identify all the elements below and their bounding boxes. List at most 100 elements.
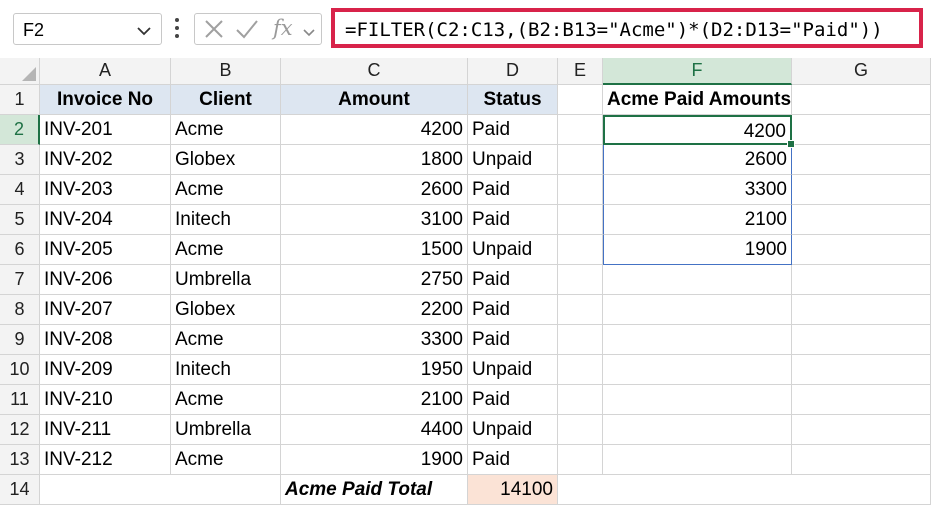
client-cell[interactable]: Initech: [171, 355, 281, 385]
filter-result-cell[interactable]: 2600: [603, 145, 792, 175]
fill-handle[interactable]: [787, 140, 795, 148]
close-icon[interactable]: [203, 18, 225, 45]
empty-cell[interactable]: [603, 385, 792, 415]
empty-cell[interactable]: [558, 235, 603, 265]
client-cell[interactable]: Acme: [171, 115, 281, 145]
invoice-cell[interactable]: INV-201: [40, 115, 171, 145]
amount-cell[interactable]: 4200: [281, 115, 468, 145]
empty-cell[interactable]: [558, 415, 603, 445]
status-cell[interactable]: Paid: [468, 175, 558, 205]
invoice-cell[interactable]: INV-205: [40, 235, 171, 265]
amount-cell[interactable]: 1950: [281, 355, 468, 385]
header-client[interactable]: Client: [171, 85, 281, 115]
amount-cell[interactable]: 2100: [281, 385, 468, 415]
empty-cell[interactable]: [792, 445, 931, 475]
client-cell[interactable]: Globex: [171, 295, 281, 325]
chevron-down-icon[interactable]: [137, 23, 151, 41]
empty-cell[interactable]: [603, 445, 792, 475]
row-header-3[interactable]: 3: [0, 145, 40, 175]
column-header-b[interactable]: B: [171, 58, 281, 85]
row-header-7[interactable]: 7: [0, 265, 40, 295]
column-header-g[interactable]: G: [792, 58, 931, 85]
client-cell[interactable]: Acme: [171, 325, 281, 355]
select-all-corner[interactable]: [0, 58, 40, 85]
row-header-1[interactable]: 1: [0, 85, 40, 115]
client-cell[interactable]: Acme: [171, 385, 281, 415]
insert-function-icon[interactable]: fx: [273, 16, 293, 40]
empty-cell[interactable]: [603, 355, 792, 385]
amount-cell[interactable]: 2750: [281, 265, 468, 295]
invoice-cell[interactable]: INV-210: [40, 385, 171, 415]
empty-cell[interactable]: [558, 175, 603, 205]
invoice-cell[interactable]: INV-211: [40, 415, 171, 445]
status-cell[interactable]: Paid: [468, 385, 558, 415]
empty-cell[interactable]: [40, 475, 281, 505]
row-header-4[interactable]: 4: [0, 175, 40, 205]
empty-cell[interactable]: [558, 145, 603, 175]
row-header-5[interactable]: 5: [0, 205, 40, 235]
amount-cell[interactable]: 1500: [281, 235, 468, 265]
row-header-8[interactable]: 8: [0, 295, 40, 325]
invoice-cell[interactable]: INV-204: [40, 205, 171, 235]
total-label[interactable]: Acme Paid Total: [281, 475, 468, 505]
status-cell[interactable]: Unpaid: [468, 355, 558, 385]
name-box[interactable]: F2: [13, 13, 162, 45]
status-cell[interactable]: Paid: [468, 115, 558, 145]
empty-cell[interactable]: [792, 415, 931, 445]
client-cell[interactable]: Initech: [171, 205, 281, 235]
empty-cell[interactable]: [558, 295, 603, 325]
status-cell[interactable]: Paid: [468, 325, 558, 355]
column-header-e[interactable]: E: [558, 58, 603, 85]
invoice-cell[interactable]: INV-206: [40, 265, 171, 295]
filter-result-cell[interactable]: 2100: [603, 205, 792, 235]
empty-cell[interactable]: [792, 145, 931, 175]
active-cell-f2[interactable]: 4200: [603, 115, 792, 145]
row-header-12[interactable]: 12: [0, 415, 40, 445]
invoice-cell[interactable]: INV-203: [40, 175, 171, 205]
empty-cell[interactable]: [558, 265, 603, 295]
header-invoice[interactable]: Invoice No: [40, 85, 171, 115]
filter-result-header[interactable]: Acme Paid Amounts: [603, 85, 792, 115]
empty-cell[interactable]: [558, 385, 603, 415]
invoice-cell[interactable]: INV-209: [40, 355, 171, 385]
amount-cell[interactable]: 1900: [281, 445, 468, 475]
amount-cell[interactable]: 2200: [281, 295, 468, 325]
header-amount[interactable]: Amount: [281, 85, 468, 115]
row-header-14[interactable]: 14: [0, 475, 40, 505]
status-cell[interactable]: Unpaid: [468, 145, 558, 175]
client-cell[interactable]: Acme: [171, 235, 281, 265]
empty-cell[interactable]: [792, 385, 931, 415]
client-cell[interactable]: Acme: [171, 175, 281, 205]
amount-cell[interactable]: 1800: [281, 145, 468, 175]
amount-cell[interactable]: 3100: [281, 205, 468, 235]
empty-cell[interactable]: [792, 295, 931, 325]
formula-input[interactable]: =FILTER(C2:C13,(B2:B13="Acme")*(D2:D13="…: [331, 8, 923, 48]
column-header-f[interactable]: F: [603, 58, 792, 85]
filter-result-cell[interactable]: 1900: [603, 235, 792, 265]
status-cell[interactable]: Paid: [468, 205, 558, 235]
client-cell[interactable]: Acme: [171, 445, 281, 475]
filter-result-cell[interactable]: 3300: [603, 175, 792, 205]
row-header-11[interactable]: 11: [0, 385, 40, 415]
column-header-d[interactable]: D: [468, 58, 558, 85]
status-cell[interactable]: Unpaid: [468, 415, 558, 445]
header-status[interactable]: Status: [468, 85, 558, 115]
column-header-c[interactable]: C: [281, 58, 468, 85]
row-header-13[interactable]: 13: [0, 445, 40, 475]
invoice-cell[interactable]: INV-208: [40, 325, 171, 355]
empty-cell[interactable]: [558, 115, 603, 145]
invoice-cell[interactable]: INV-207: [40, 295, 171, 325]
status-cell[interactable]: Unpaid: [468, 235, 558, 265]
column-header-a[interactable]: A: [40, 58, 171, 85]
empty-cell[interactable]: [792, 175, 931, 205]
row-header-10[interactable]: 10: [0, 355, 40, 385]
row-header-6[interactable]: 6: [0, 235, 40, 265]
chevron-down-icon[interactable]: [303, 24, 315, 42]
empty-cell[interactable]: [603, 295, 792, 325]
amount-cell[interactable]: 3300: [281, 325, 468, 355]
amount-cell[interactable]: 4400: [281, 415, 468, 445]
empty-cell[interactable]: [792, 355, 931, 385]
empty-cell[interactable]: [792, 265, 931, 295]
total-value[interactable]: 14100: [468, 475, 558, 505]
status-cell[interactable]: Paid: [468, 295, 558, 325]
